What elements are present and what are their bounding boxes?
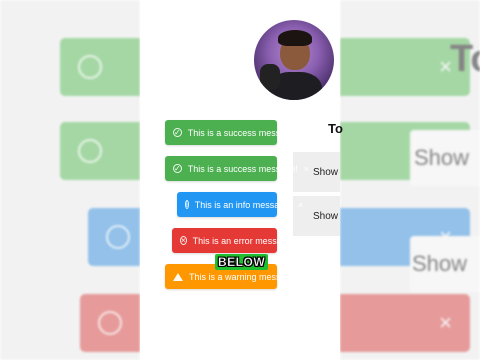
microphone-icon [260,64,280,90]
show-button[interactable]: Show [293,152,340,192]
check-circle-icon [78,139,102,163]
close-icon[interactable]: × [300,236,305,246]
x-circle-icon [98,311,122,335]
page-heading: To [328,121,343,136]
background-show-button: Show [410,236,480,292]
background-show-button: Show [410,130,480,186]
info-circle-icon [106,225,130,249]
background-toast [80,294,140,352]
toast-message: This is a warning message! [189,271,299,282]
toast-success: ✓ This is a success message! × [165,120,309,145]
toast-success: ✓ This is a success message! × [165,156,309,181]
background-toast [60,122,140,180]
toast-message: This is an info message! [194,199,292,210]
presenter-avatar [254,20,334,100]
x-circle-icon: × [180,235,187,245]
background-heading: To [450,38,480,80]
toast-info: i This is an info message! × [177,192,303,217]
close-icon[interactable]: × [304,272,309,282]
close-icon: × [439,310,452,335]
check-circle-icon: ✓ [173,127,182,137]
background-left [0,0,140,360]
toast-message: This is an error message! [192,235,295,246]
close-icon[interactable]: × [304,164,309,174]
toast-error: × This is an error message! × [172,228,305,253]
check-circle-icon [78,55,102,79]
background-toast [60,38,140,96]
video-caption: BELOW [215,254,269,270]
background-toast: × [340,294,470,352]
toast-message: This is a success message! [187,127,298,138]
background-right: × × × × To Show Show [340,0,480,360]
warning-triangle-icon [173,272,183,281]
toast-message: This is a success message! [187,163,298,174]
background-toast [88,208,140,266]
info-circle-icon: i [185,199,189,209]
close-icon[interactable]: × [304,128,309,138]
close-icon[interactable]: × [298,200,303,210]
check-circle-icon: ✓ [173,163,182,173]
